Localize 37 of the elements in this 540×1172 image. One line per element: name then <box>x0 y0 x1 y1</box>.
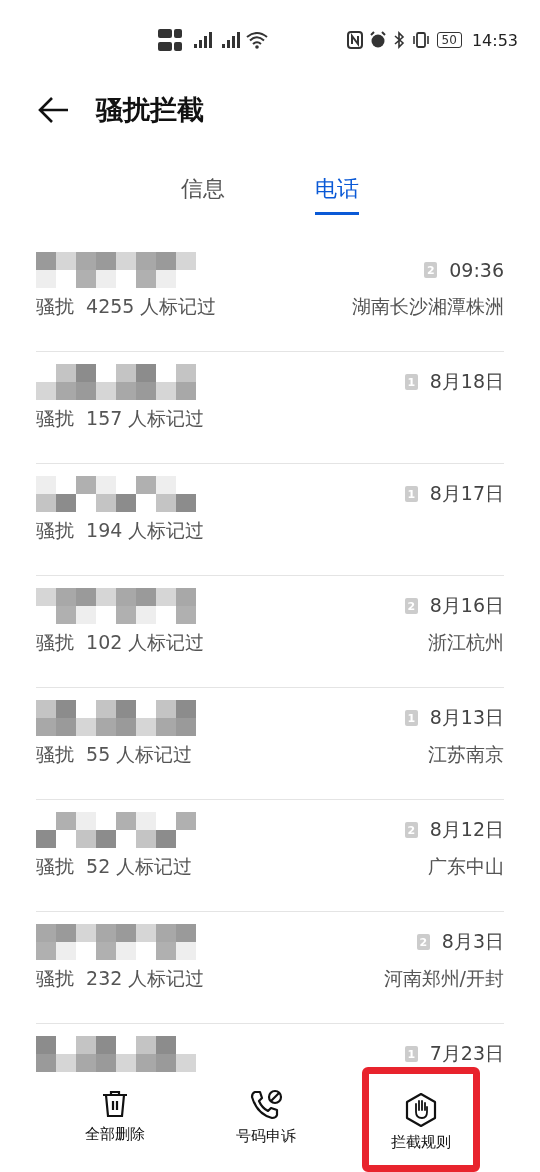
toolbar-button[interactable]: 号码申诉 <box>211 1082 321 1172</box>
spam-label: 骚扰 52 人标记过 <box>36 854 193 879</box>
call-location: 江苏南京 <box>428 742 504 767</box>
tab[interactable]: 信息 <box>181 165 225 215</box>
call-time: 09:36 <box>449 259 504 281</box>
call-time: 7月23日 <box>429 1041 504 1066</box>
alarm-icon <box>368 31 387 49</box>
spam-label: 骚扰 157 人标记过 <box>36 406 205 431</box>
page-title: 骚扰拦截 <box>96 93 204 127</box>
back-arrow-icon[interactable] <box>38 96 70 124</box>
bluetooth-icon <box>392 31 405 49</box>
phone-blocked-icon <box>249 1089 283 1121</box>
spam-label: 骚扰 4255 人标记过 <box>36 294 217 319</box>
wifi-icon <box>246 31 268 49</box>
call-location: 广东中山 <box>428 854 504 879</box>
nfc-icon <box>346 31 363 49</box>
call-location: 浙江杭州 <box>428 630 504 655</box>
call-time: 8月17日 <box>429 481 504 506</box>
clock-time: 14:53 <box>471 30 518 50</box>
spam-label: 骚扰 55 人标记过 <box>36 742 193 767</box>
call-location: 河南郑州/开封 <box>383 966 504 991</box>
call-time: 8月18日 <box>429 369 504 394</box>
call-location: 湖南长沙湘潭株洲 <box>352 294 504 319</box>
hand-stop-icon <box>403 1093 438 1127</box>
tab[interactable]: 电话 <box>315 165 359 215</box>
toolbar-button[interactable]: 全部删除 <box>60 1082 171 1172</box>
spam-label: 骚扰 194 人标记过 <box>36 518 205 543</box>
call-time: 8月12日 <box>429 817 504 842</box>
spam-label: 骚扰 232 人标记过 <box>36 966 205 991</box>
dual-sim-hd-icon <box>158 27 184 53</box>
call-time: 8月13日 <box>429 705 504 730</box>
call-time: 8月16日 <box>429 593 504 618</box>
toolbar-button[interactable]: 拦截规则 <box>361 1067 480 1172</box>
spam-label: 骚扰 102 人标记过 <box>36 630 205 655</box>
vibrate-icon <box>410 31 431 49</box>
battery-indicator: 50 <box>436 32 462 48</box>
call-time: 8月3日 <box>441 929 504 954</box>
